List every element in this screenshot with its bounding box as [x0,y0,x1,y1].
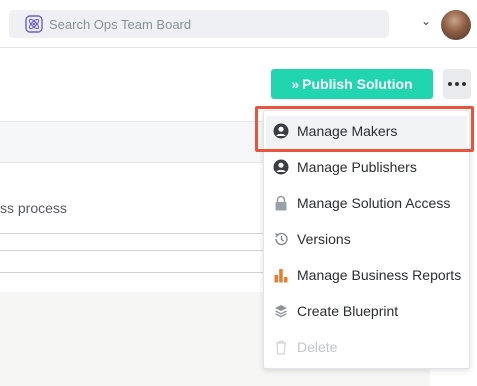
search-input[interactable]: Search Ops Team Board [49,17,191,32]
app-root: Search Ops Team Board ⌄ » Publish Soluti… [0,0,477,386]
divider [0,233,265,234]
menu-item-manage-solution-access[interactable]: Manage Solution Access [264,185,469,221]
top-bar: Search Ops Team Board ⌄ [0,0,477,48]
bar-chart-icon [274,269,288,283]
lock-icon [275,195,287,211]
publish-solution-button[interactable]: » Publish Solution [271,69,433,99]
menu-item-delete[interactable]: Delete [264,329,469,365]
menu-item-versions[interactable]: Versions [264,221,469,257]
menu-item-label: Manage Business Reports [297,267,462,283]
menu-item-create-blueprint[interactable]: Create Blueprint [264,293,469,329]
double-chevron-right-icon: » [291,76,299,92]
history-icon [275,232,288,246]
avatar[interactable] [441,10,471,40]
menu-item-label: Versions [297,231,351,247]
user-circle-icon [273,159,289,175]
trash-icon [276,340,286,355]
more-options-button[interactable] [443,69,471,99]
menu-item-label: Manage Publishers [297,159,417,175]
layers-icon [275,305,287,318]
atom-icon [25,15,43,33]
menu-item-manage-business-reports[interactable]: Manage Business Reports [264,257,469,293]
publish-solution-label: Publish Solution [302,76,413,92]
divider [0,250,265,251]
menu-item-label: Manage Solution Access [297,195,451,211]
divider [0,272,265,273]
selection-highlight-frame [255,106,474,152]
table-header-band [0,121,265,163]
background-description-text: ss process [0,200,67,216]
chevron-down-icon[interactable]: ⌄ [421,14,431,28]
menu-item-label: Create Blueprint [297,303,399,319]
menu-item-label: Delete [297,339,338,355]
more-dots-icon [448,82,466,86]
search-bar[interactable]: Search Ops Team Board [9,10,389,38]
menu-item-manage-publishers[interactable]: Manage Publishers [264,149,469,185]
